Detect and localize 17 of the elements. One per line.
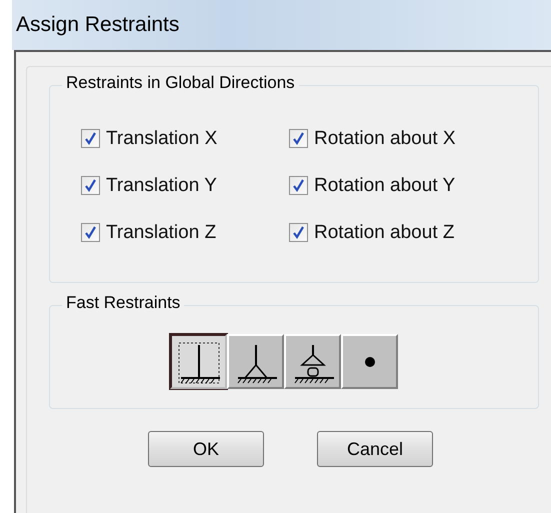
checkbox[interactable] — [81, 129, 100, 148]
dot-icon — [364, 356, 376, 368]
checkbox[interactable] — [289, 129, 308, 148]
checkbox-label: Rotation about X — [314, 128, 456, 150]
checkbox-label: Translation Z — [106, 222, 216, 244]
checkbox[interactable] — [289, 223, 308, 242]
checkbox-label: Translation X — [106, 128, 218, 150]
ok-button[interactable]: OK — [148, 431, 264, 467]
checkbox[interactable] — [81, 223, 100, 242]
window-title: Assign Restraints — [16, 13, 180, 37]
cancel-button[interactable]: Cancel — [317, 431, 433, 467]
checkbox-label: Rotation about Z — [314, 222, 454, 244]
checkbox[interactable] — [289, 176, 308, 195]
restraint-button[interactable] — [170, 334, 227, 389]
checkbox[interactable] — [81, 176, 100, 195]
checkbox-label: Rotation about Y — [314, 174, 456, 196]
checkbox-label: Translation Y — [106, 174, 217, 196]
